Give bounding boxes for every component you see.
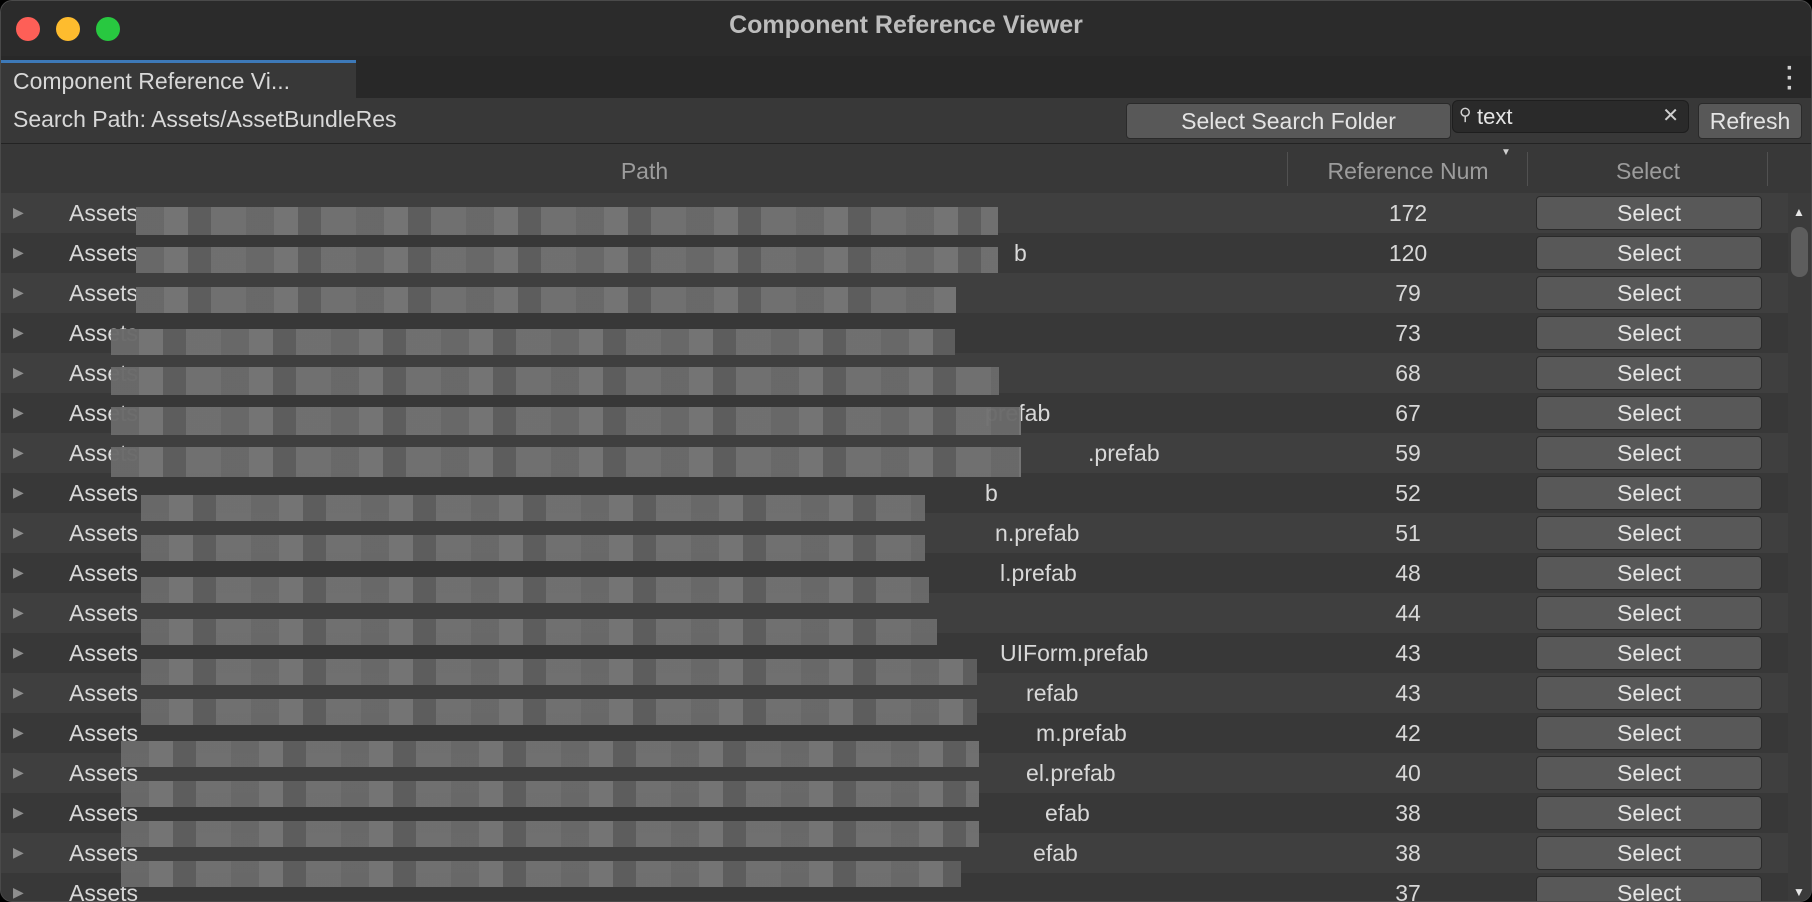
redacted-block [141, 495, 925, 521]
vertical-scrollbar[interactable]: ▲ ▼ [1788, 193, 1811, 901]
app-window: Component Reference Viewer Component Ref… [0, 0, 1812, 902]
clear-search-icon[interactable]: ✕ [1662, 103, 1679, 128]
select-button[interactable]: Select [1536, 356, 1762, 390]
reference-count: 68 [1395, 360, 1421, 386]
expand-arrow-icon[interactable]: ▶ [13, 444, 24, 461]
reference-count: 59 [1395, 440, 1421, 466]
expand-arrow-icon[interactable]: ▶ [13, 804, 24, 821]
scroll-down-arrow-icon[interactable]: ▼ [1793, 885, 1805, 899]
reference-count: 120 [1388, 240, 1428, 266]
expand-arrow-icon[interactable]: ▶ [13, 404, 24, 421]
expand-arrow-icon[interactable]: ▶ [13, 484, 24, 501]
select-button[interactable]: Select [1536, 716, 1762, 750]
reference-count: 42 [1395, 720, 1421, 746]
search-icon: ⚲ [1459, 105, 1472, 124]
expand-arrow-icon[interactable]: ▶ [13, 204, 24, 221]
title-bar: Component Reference Viewer [1, 1, 1811, 56]
select-search-folder-button[interactable]: Select Search Folder [1126, 103, 1451, 139]
more-options-icon[interactable]: · · · [1785, 57, 1795, 101]
redacted-block [136, 247, 998, 273]
reference-count: 73 [1395, 320, 1421, 346]
expand-arrow-icon[interactable]: ▶ [13, 644, 24, 661]
expand-arrow-icon[interactable]: ▶ [13, 364, 24, 381]
select-button[interactable]: Select [1536, 436, 1762, 470]
redacted-block [141, 535, 925, 561]
sort-descending-icon: ▼ [1501, 147, 1511, 158]
expand-arrow-icon[interactable]: ▶ [13, 244, 24, 261]
tab-strip: Component Reference Vi... · · · [1, 56, 1811, 101]
expand-arrow-icon[interactable]: ▶ [13, 884, 24, 901]
reference-count: 44 [1395, 600, 1421, 626]
search-input[interactable] [1477, 101, 1652, 132]
column-header-select[interactable]: Select [1528, 158, 1768, 185]
reference-count: 40 [1395, 760, 1421, 786]
redacted-block [121, 821, 979, 847]
redacted-block [111, 367, 999, 395]
scrollbar-thumb[interactable] [1791, 227, 1808, 277]
toolbar: Search Path: Assets/AssetBundleRes Selec… [1, 98, 1811, 144]
reference-count: 67 [1395, 400, 1421, 426]
select-button[interactable]: Select [1536, 676, 1762, 710]
column-header-path[interactable]: Path [1, 158, 1288, 185]
column-divider[interactable] [1767, 152, 1768, 186]
select-button[interactable]: Select [1536, 196, 1762, 230]
reference-count: 38 [1395, 800, 1421, 826]
reference-count: 38 [1395, 840, 1421, 866]
select-button[interactable]: Select [1536, 556, 1762, 590]
select-button[interactable]: Select [1536, 836, 1762, 870]
reference-count: 52 [1395, 480, 1421, 506]
refresh-button[interactable]: Refresh [1698, 103, 1802, 139]
redacted-block [141, 699, 977, 725]
table-header: Path ▼ Reference Num Select [1, 144, 1811, 192]
expand-arrow-icon[interactable]: ▶ [13, 604, 24, 621]
scroll-up-arrow-icon[interactable]: ▲ [1793, 205, 1805, 219]
redacted-block [141, 659, 977, 685]
redacted-block [141, 619, 937, 645]
search-field[interactable]: ⚲ ✕ [1452, 100, 1689, 133]
select-button[interactable]: Select [1536, 796, 1762, 830]
select-button[interactable]: Select [1536, 396, 1762, 430]
redacted-block [121, 741, 979, 767]
select-button[interactable]: Select [1536, 596, 1762, 630]
tab-component-reference-viewer[interactable]: Component Reference Vi... [1, 60, 356, 98]
select-button[interactable]: Select [1536, 236, 1762, 270]
reference-count: 37 [1395, 880, 1421, 902]
select-button[interactable]: Select [1536, 476, 1762, 510]
expand-arrow-icon[interactable]: ▶ [13, 684, 24, 701]
expand-arrow-icon[interactable]: ▶ [13, 524, 24, 541]
expand-arrow-icon[interactable]: ▶ [13, 724, 24, 741]
redacted-block [136, 287, 956, 313]
redacted-block [121, 781, 979, 807]
search-path-label: Search Path: Assets/AssetBundleRes [13, 106, 397, 132]
select-button[interactable]: Select [1536, 516, 1762, 550]
expand-arrow-icon[interactable]: ▶ [13, 324, 24, 341]
select-button[interactable]: Select [1536, 636, 1762, 670]
reference-count: 43 [1395, 640, 1421, 666]
select-button[interactable]: Select [1536, 876, 1762, 901]
select-button[interactable]: Select [1536, 756, 1762, 790]
redacted-block [121, 861, 961, 887]
redacted-block [111, 407, 1021, 435]
reference-count: 79 [1395, 280, 1421, 306]
reference-count: 51 [1395, 520, 1421, 546]
redacted-block [111, 447, 1021, 477]
expand-arrow-icon[interactable]: ▶ [13, 564, 24, 581]
reference-count: 172 [1388, 200, 1428, 226]
select-button[interactable]: Select [1536, 316, 1762, 350]
select-button[interactable]: Select [1536, 276, 1762, 310]
window-title: Component Reference Viewer [729, 11, 1083, 39]
redacted-block [141, 577, 929, 603]
expand-arrow-icon[interactable]: ▶ [13, 284, 24, 301]
reference-count: 48 [1395, 560, 1421, 586]
expand-arrow-icon[interactable]: ▶ [13, 764, 24, 781]
column-header-reference-num[interactable]: Reference Num [1288, 158, 1528, 185]
reference-count: 43 [1395, 680, 1421, 706]
expand-arrow-icon[interactable]: ▶ [13, 844, 24, 861]
redacted-block [111, 329, 955, 355]
redacted-block [136, 207, 998, 235]
